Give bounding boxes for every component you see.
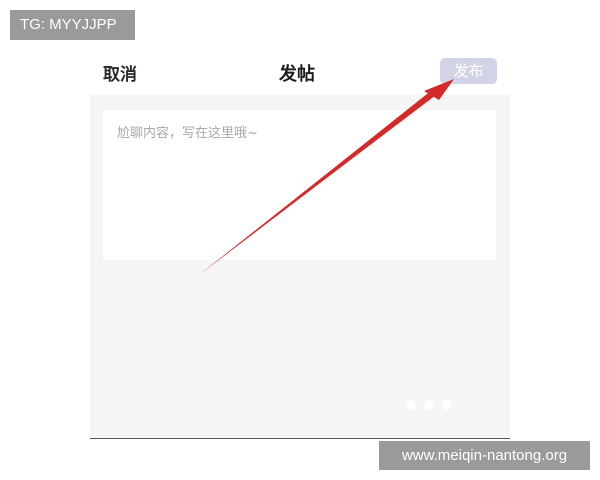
tg-badge: TG: MYYJJPP	[10, 10, 135, 40]
publish-button[interactable]: 发布	[440, 58, 497, 84]
post-content-input[interactable]	[103, 110, 496, 260]
blurred-mark	[402, 396, 462, 414]
cancel-button[interactable]: 取消	[103, 60, 137, 85]
page-title: 发帖	[279, 64, 315, 85]
watermark: www.meiqin-nantong.org	[379, 441, 590, 470]
